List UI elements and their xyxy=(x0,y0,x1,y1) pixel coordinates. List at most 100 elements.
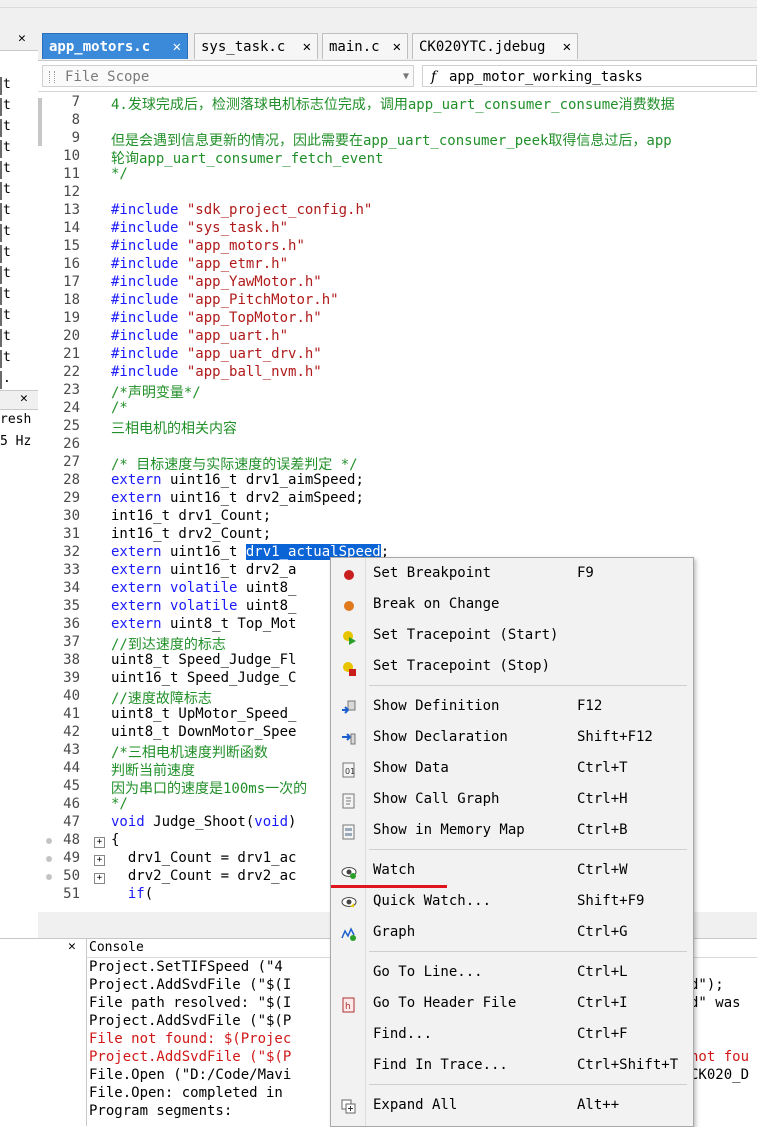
file-scope-dropdown[interactable]: File Scope ▼ xyxy=(42,65,414,87)
console-line: Project.AddSvdFile ("$(I xyxy=(89,977,292,993)
left-panel-item[interactable]: t xyxy=(0,98,17,116)
left-panel-item[interactable]: t xyxy=(0,203,17,221)
code-line: #include "app_PitchMotor.h" xyxy=(111,292,339,308)
menu-item-go-to-header-file[interactable]: h Go To Header File Ctrl+I xyxy=(331,992,693,1018)
tracepoint-stop-icon xyxy=(341,660,357,676)
line-number: 35 xyxy=(63,598,80,614)
close-icon[interactable]: ✕ xyxy=(393,34,401,60)
left-panel-header: ✕ xyxy=(0,30,38,51)
function-scope-dropdown[interactable]: f app_motor_working_tasks xyxy=(422,65,757,87)
scope-bar: File Scope ▼ f app_motor_working_tasks xyxy=(38,61,757,92)
code-line: extern uint8_t Top_Mot xyxy=(111,616,297,632)
line-number: 50 xyxy=(63,868,80,884)
left-panel-item[interactable]: t xyxy=(0,140,17,158)
menu-item-break-on-change[interactable]: Break on Change xyxy=(331,593,693,619)
line-number: 13 xyxy=(63,202,80,218)
menu-item-quick-watch[interactable]: Quick Watch... Shift+F9 xyxy=(331,890,693,916)
close-icon[interactable]: ✕ xyxy=(20,391,28,406)
menu-item-label: Set Tracepoint (Stop) xyxy=(373,658,551,674)
line-number: 11 xyxy=(63,166,80,182)
file-scope-label: File Scope xyxy=(65,69,150,85)
menu-item-watch[interactable]: Watch Ctrl+W xyxy=(331,859,693,885)
menu-item-label: Watch xyxy=(373,862,416,878)
close-icon[interactable]: ✕ xyxy=(303,34,311,60)
line-number: 21 xyxy=(63,346,80,362)
console-line: Project.AddSvdFile ("$(P xyxy=(89,1013,292,1029)
fold-expand-icon[interactable]: + xyxy=(94,873,105,884)
left-panel-item[interactable]: t xyxy=(0,350,17,368)
close-icon[interactable]: ✕ xyxy=(173,34,181,60)
left-panel-item[interactable]: t xyxy=(0,329,17,347)
close-icon[interactable]: ✕ xyxy=(563,34,571,60)
breakpoint-slot-icon[interactable] xyxy=(46,856,52,862)
breakpoint-orange-icon xyxy=(341,598,357,614)
menu-item-show-declaration[interactable]: Show Declaration Shift+F12 xyxy=(331,726,693,752)
tab-main[interactable]: main.c ✕ xyxy=(322,33,408,59)
left-panel-lower-header: ✕ xyxy=(0,390,38,410)
fold-expand-icon[interactable]: + xyxy=(94,837,105,848)
tab-sys-task[interactable]: sys_task.c ✕ xyxy=(194,33,318,59)
line-number: 40 xyxy=(63,688,80,704)
close-icon[interactable]: ✕ xyxy=(68,939,76,954)
console-line: Program segments: xyxy=(89,1103,233,1119)
breakpoint-slot-icon[interactable] xyxy=(46,874,52,880)
left-panel-item[interactable]: t xyxy=(0,182,17,200)
line-number: 28 xyxy=(63,472,80,488)
code-line: 因为串口的速度是100ms一次的 xyxy=(111,781,308,797)
menu-item-find-in-trace[interactable]: Find In Trace... Ctrl+Shift+T xyxy=(331,1054,693,1080)
code-line: drv1_Count = drv1_ac xyxy=(111,850,297,866)
code-line: 但是会遇到信息更新的情况，因此需要在app_uart_consumer_peek… xyxy=(111,133,672,149)
menu-item-set-tracepoint-stop[interactable]: Set Tracepoint (Stop) xyxy=(331,655,693,681)
console-line: Project.SetTIFSpeed ("4 xyxy=(89,959,283,975)
menu-item-find[interactable]: Find... Ctrl+F xyxy=(331,1023,693,1049)
menu-item-show-definition[interactable]: Show Definition F12 xyxy=(331,695,693,721)
left-panel-item[interactable]: t xyxy=(0,119,17,137)
left-panel-item[interactable]: t xyxy=(0,77,17,95)
menu-item-shortcut: Alt++ xyxy=(577,1097,620,1113)
code-line: #include "app_TopMotor.h" xyxy=(111,310,322,326)
breakpoint-slot-icon[interactable] xyxy=(46,838,52,844)
tab-app-motors[interactable]: app_motors.c ✕ xyxy=(42,33,188,59)
left-panel-item[interactable]: t xyxy=(0,308,17,326)
code-line: /* 目标速度与实际速度的误差判定 */ xyxy=(111,457,358,473)
menu-item-expand-all[interactable]: Expand All Alt++ xyxy=(331,1094,693,1120)
grip-icon xyxy=(49,71,55,83)
code-line: #include "sdk_project_config.h" xyxy=(111,202,373,218)
console-line: File.Open: completed in xyxy=(89,1085,283,1101)
menu-item-label: Find... xyxy=(373,1026,433,1042)
code-line: 三相电机的相关内容 xyxy=(111,421,237,437)
code-line: */ xyxy=(111,796,128,812)
left-panel-item[interactable]: t xyxy=(0,224,17,242)
close-icon[interactable]: ✕ xyxy=(18,31,26,46)
left-panel-item[interactable]: t xyxy=(0,245,17,263)
menu-item-shortcut: Ctrl+F xyxy=(577,1026,628,1042)
line-number: 23 xyxy=(63,382,80,398)
menu-item-graph[interactable]: Graph Ctrl+G xyxy=(331,921,693,947)
code-line: */ xyxy=(111,166,128,182)
left-panel-item[interactable]: t xyxy=(0,266,17,284)
menu-separator xyxy=(369,1084,687,1085)
code-line: extern volatile uint8_ xyxy=(111,580,297,596)
menu-item-set-tracepoint-start[interactable]: Set Tracepoint (Start) xyxy=(331,624,693,650)
fold-expand-icon[interactable]: + xyxy=(94,855,105,866)
menu-item-shortcut: Ctrl+L xyxy=(577,964,628,980)
menu-item-show-data[interactable]: 01 Show Data Ctrl+T xyxy=(331,757,693,783)
menu-item-label: Quick Watch... xyxy=(373,893,492,909)
left-panel-item[interactable]: t xyxy=(0,287,17,305)
line-number: 38 xyxy=(63,652,80,668)
menu-item-set-breakpoint[interactable]: Set Breakpoint F9 xyxy=(331,562,693,588)
tab-label: app_motors.c xyxy=(49,39,151,55)
graph-icon xyxy=(341,926,357,942)
menu-item-show-in-memory-map[interactable]: Show in Memory Map Ctrl+B xyxy=(331,819,693,845)
left-panel-item[interactable]: . xyxy=(0,371,17,389)
code-line: #include "app_uart_drv.h" xyxy=(111,346,322,362)
menu-item-show-call-graph[interactable]: Show Call Graph Ctrl+H xyxy=(331,788,693,814)
header-file-icon: h xyxy=(341,997,357,1013)
left-panel-item[interactable]: t xyxy=(0,161,17,179)
menu-item-label: Find In Trace... xyxy=(373,1057,508,1073)
code-line: #include "app_etmr.h" xyxy=(111,256,289,272)
menu-item-go-to-line[interactable]: Go To Line... Ctrl+L xyxy=(331,961,693,987)
tab-ck020ytc-jdebug[interactable]: CK020YTC.jdebug ✕ xyxy=(412,33,578,59)
code-line: /* xyxy=(111,400,128,416)
function-scope-label: app_motor_working_tasks xyxy=(449,69,643,85)
